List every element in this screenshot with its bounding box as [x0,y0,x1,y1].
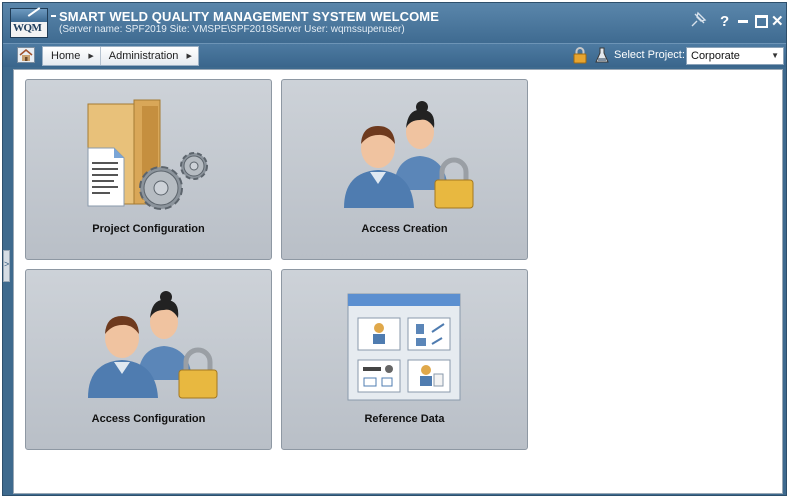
minimize-button[interactable] [738,20,748,23]
chevron-right-icon: > [4,259,10,269]
home-icon[interactable] [17,47,35,63]
reference-data-tile[interactable]: Reference Data [281,269,528,450]
select-project-label: Select Project: [614,49,685,61]
pin-icon[interactable] [689,11,707,29]
navigation-bar: Home ▶ Administration ▶ Select Project: … [3,43,786,67]
breadcrumb-home-label: Home [51,50,81,62]
tile-label: Reference Data [364,413,445,425]
breadcrumb-home[interactable]: Home ▶ [43,47,100,65]
tile-label: Project Configuration [92,223,205,235]
main-content: Project Configuration Access Creation Ac… [13,69,783,494]
breadcrumb: Home ▶ Administration ▶ [42,46,199,66]
chevron-right-icon[interactable]: ▶ [88,52,93,60]
access-configuration-tile[interactable]: Access Configuration [25,269,272,450]
title-bar: WQM SMART WELD QUALITY MANAGEMENT SYSTEM… [3,3,786,43]
app-title-text: SMART WELD QUALITY MANAGEMENT SYSTEM [59,9,367,24]
access-creation-tile[interactable]: Access Creation [281,79,528,260]
server-info: (Server name: SPF2019 Site: VMSPE\SPF201… [59,24,405,35]
app-window: WQM SMART WELD QUALITY MANAGEMENT SYSTEM… [2,2,787,496]
app-title: SMART WELD QUALITY MANAGEMENT SYSTEM WELC… [59,9,439,24]
logo-dash [51,15,56,17]
project-configuration-tile[interactable]: Project Configuration [25,79,272,260]
lock-icon[interactable] [573,47,587,64]
tile-label: Access Creation [361,223,448,235]
breadcrumb-administration[interactable]: Administration ▶ [99,47,198,65]
app-logo: WQM [10,7,48,38]
chevron-down-icon[interactable]: ▼ [771,48,779,64]
chevron-right-icon[interactable]: ▶ [186,52,191,60]
tile-label: Access Configuration [91,413,206,425]
welcome-text: WELCOME [370,9,440,24]
project-select-value: Corporate [691,50,740,62]
close-button[interactable]: ✕ [771,12,784,30]
flask-icon[interactable] [595,47,609,64]
maximize-button[interactable] [755,15,768,28]
project-select[interactable]: Corporate ▼ [686,47,784,65]
logo-text: WQM [13,22,42,34]
breadcrumb-administration-label: Administration [108,50,179,62]
help-button[interactable]: ? [720,13,729,30]
side-panel-toggle[interactable]: > [3,250,10,282]
